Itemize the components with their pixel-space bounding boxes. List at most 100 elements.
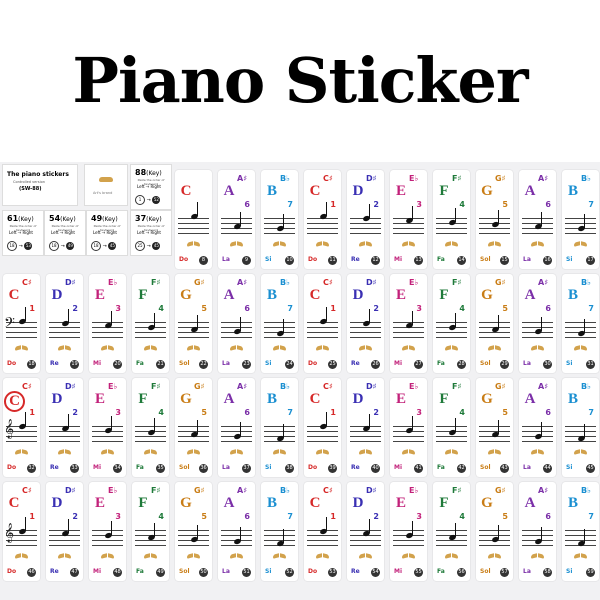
key-index-badge: 31: [586, 360, 595, 369]
note-number: 1: [29, 512, 35, 521]
arrow-right-icon: →: [17, 243, 25, 250]
accidental-label: F♯: [452, 278, 462, 287]
note-number: 7: [287, 408, 293, 417]
key-index-badge: 21: [156, 360, 165, 369]
note-number: 3: [115, 408, 121, 417]
note-letter: F: [138, 391, 148, 407]
note-number: 5: [201, 408, 207, 417]
accidental-label: D♯: [65, 486, 76, 495]
accidental-label: F♯: [151, 382, 161, 391]
note-letter: G: [180, 495, 192, 511]
sticker-c: C♯ C 1 Do 11: [304, 170, 341, 269]
key-index-badge: 44: [543, 464, 552, 473]
note-letter: B: [567, 495, 578, 511]
sticker-b: B♭ B 7 Si 59: [562, 482, 599, 581]
note-letter: E: [395, 183, 406, 199]
note-number: 6: [244, 512, 250, 521]
accidental-label: C♯: [323, 174, 333, 183]
eagle-logo-icon: [488, 553, 501, 559]
accidental-label: E♭: [409, 382, 419, 391]
keyboard-size-card: 54(Key) Paste the order of Keyboard Left →…: [44, 210, 86, 256]
sticker-a: A♯ A 6 La 23: [218, 274, 255, 373]
accidental-label: G♯: [194, 486, 205, 495]
note-letter: C: [180, 183, 192, 199]
accidental-label: B♭: [280, 382, 290, 391]
eagle-logo-icon: [101, 449, 114, 455]
key-index-badge: 53: [328, 568, 337, 577]
staff-lines: [178, 218, 209, 234]
note-stem: [455, 208, 456, 222]
note-letter: B: [567, 183, 578, 199]
key-range: 1 → 52: [135, 195, 161, 205]
range-start-badge: 1: [135, 195, 145, 205]
key-count-number: 54: [49, 214, 61, 223]
solfege-label: La: [523, 464, 531, 471]
eagle-logo-icon: [488, 449, 501, 455]
sticker-c: C♯ C 1 Do 39: [304, 378, 341, 477]
key-count-unit: (Key): [60, 216, 76, 223]
note-stem: [154, 523, 155, 537]
note-stem: [240, 317, 241, 331]
range-start-badge: 18: [49, 241, 59, 251]
accidental-label: A♯: [538, 486, 549, 495]
note-number: 3: [416, 512, 422, 521]
note-letter: F: [439, 495, 449, 511]
sticker-f: F♯ F 4 Fa 35: [132, 378, 169, 477]
sticker-c: C♯ C 1 Do 53: [304, 482, 341, 581]
range-end-badge: 45: [152, 242, 161, 250]
eagle-logo-icon: [316, 553, 329, 559]
accidental-label: B♭: [581, 486, 591, 495]
bass-clef-icon: 𝄢: [4, 315, 15, 335]
note-number: 2: [373, 408, 379, 417]
eagle-logo-icon: [531, 345, 544, 351]
note-letter: A: [223, 391, 235, 407]
note-number: 7: [588, 200, 594, 209]
solfege-label: La: [222, 256, 230, 263]
sticker-sheet: The piano stickers Controlled version (S…: [0, 162, 600, 600]
note-stem: [498, 315, 499, 329]
sticker-d: D♯ D 2 Re 47: [46, 482, 83, 581]
key-range: 18 → 53: [7, 241, 33, 251]
note-stem: [584, 424, 585, 438]
eagle-logo-icon: [99, 177, 113, 185]
key-index-badge: 16: [543, 256, 552, 265]
key-index-badge: 27: [414, 360, 423, 369]
accidental-label: A♯: [237, 278, 248, 287]
note-number: 1: [330, 304, 336, 313]
eagle-logo-icon: [230, 241, 243, 247]
note-letter: G: [180, 287, 192, 303]
sticker-e: E♭ E 3 Mi 20: [89, 274, 126, 373]
range-end-badge: 49: [66, 242, 75, 250]
sticker-c: C Do 8: [175, 170, 212, 269]
eagle-logo-icon: [359, 553, 372, 559]
accidental-label: G♯: [495, 382, 506, 391]
accidental-label: F♯: [452, 382, 462, 391]
accidental-label: C♯: [323, 382, 333, 391]
sticker-f: F♯ F 4 Fa 49: [132, 482, 169, 581]
accidental-label: B♭: [581, 174, 591, 183]
note-stem: [111, 416, 112, 430]
key-index-badge: 14: [457, 256, 466, 265]
note-stem: [541, 317, 542, 331]
note-number: 6: [545, 304, 551, 313]
note-letter: B: [567, 287, 578, 303]
eagle-logo-icon: [359, 241, 372, 247]
sticker-a: A♯ A 6 La 9: [218, 170, 255, 269]
keyboard-size-card: 49(Key) Paste the order of Keyboard Left →…: [86, 210, 128, 256]
solfege-label: Mi: [394, 360, 403, 367]
note-number: 7: [287, 200, 293, 209]
solfege-label: Do: [7, 568, 17, 575]
accidental-label: D♯: [366, 174, 377, 183]
staff-lines: [307, 218, 338, 234]
note-stem: [412, 416, 413, 430]
note-stem: [369, 309, 370, 323]
solfege-label: Sol: [179, 568, 190, 575]
key-range: 25 → 45: [135, 241, 161, 251]
solfege-label: Si: [566, 256, 573, 263]
solfege-label: Do: [308, 360, 318, 367]
note-number: 3: [416, 304, 422, 313]
range-end-badge: 45: [108, 242, 117, 250]
eagle-logo-icon: [144, 553, 157, 559]
note-number: 1: [29, 304, 35, 313]
sticker-d: D♯ D 2 Re 12: [347, 170, 384, 269]
